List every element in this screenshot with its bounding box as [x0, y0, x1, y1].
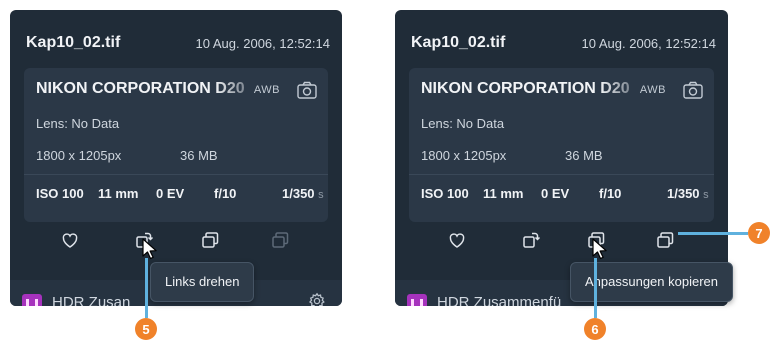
preset-label: HDR Zusan — [52, 294, 131, 306]
file-name: Kap10_02.tif — [411, 34, 506, 51]
rotate-left-icon[interactable] — [521, 230, 541, 250]
callout-7: 7 — [748, 222, 770, 244]
image-dimensions: 1800 x 1205px — [421, 148, 507, 163]
aperture-value: f/10 — [599, 186, 622, 201]
exposure-value: 0 EV — [156, 186, 185, 201]
white-balance-badge: AWB — [639, 84, 666, 96]
divider — [24, 174, 328, 175]
focal-length: 11 mm — [98, 186, 139, 201]
exif-card: NIKON CORPORATION D20 AWB Lens: No Data … — [24, 68, 328, 222]
shutter-unit: s — [318, 189, 324, 201]
file-size: 36 MB — [565, 148, 603, 163]
gear-icon[interactable] — [308, 292, 326, 306]
callout-6: 6 — [584, 318, 606, 340]
paste-adjustments-icon — [270, 230, 290, 250]
callout-5: 5 — [135, 318, 157, 340]
iso-value: ISO 100 — [36, 186, 84, 201]
copy-adjustments-icon[interactable] — [200, 230, 220, 250]
file-size: 36 MB — [180, 148, 218, 163]
camera-model: NIKON CORPORATION D20 — [421, 80, 630, 97]
camera-icon — [682, 80, 704, 100]
file-header: Kap10_02.tif 10 Aug. 2006, 12:52:14 — [26, 34, 330, 56]
shutter-value: 1/350 — [667, 186, 700, 201]
iso-value: ISO 100 — [421, 186, 469, 201]
camera-model: NIKON CORPORATION D20 — [36, 80, 245, 97]
exif-card: NIKON CORPORATION D20 AWB Lens: No Data … — [409, 68, 714, 222]
aperture-value: f/10 — [214, 186, 237, 201]
preset-label: HDR Zusammenfü — [437, 294, 562, 306]
callout-6-line — [594, 258, 597, 318]
heart-icon[interactable] — [447, 230, 467, 250]
callout-7-line — [678, 232, 748, 235]
mouse-pointer-icon — [142, 238, 157, 260]
lens-info: Lens: No Data — [36, 116, 120, 131]
shutter-speed: 1/350 s — [667, 186, 709, 201]
divider — [409, 174, 714, 175]
shutter-speed: 1/350 s — [282, 186, 324, 201]
image-dimensions: 1800 x 1205px — [36, 148, 122, 163]
camera-row: NIKON CORPORATION D20 AWB — [421, 80, 704, 104]
camera-row: NIKON CORPORATION D20 AWB — [36, 80, 318, 104]
camera-icon — [296, 80, 318, 100]
file-header: Kap10_02.tif 10 Aug. 2006, 12:52:14 — [411, 34, 716, 56]
mouse-pointer-icon — [592, 238, 607, 260]
hdr-preset-icon — [22, 294, 42, 306]
paste-adjustments-icon[interactable] — [655, 230, 675, 250]
lens-info: Lens: No Data — [421, 116, 505, 131]
shutter-value: 1/350 — [282, 186, 315, 201]
capture-datetime: 10 Aug. 2006, 12:52:14 — [581, 36, 716, 51]
hdr-preset-icon — [407, 294, 427, 306]
file-name: Kap10_02.tif — [26, 34, 121, 51]
focal-length: 11 mm — [483, 186, 524, 201]
heart-icon[interactable] — [60, 230, 80, 250]
callout-5-line — [145, 258, 148, 318]
capture-datetime: 10 Aug. 2006, 12:52:14 — [195, 36, 330, 51]
exposure-row: ISO 100 11 mm 0 EV f/10 1/350 s — [421, 186, 709, 206]
exposure-value: 0 EV — [541, 186, 570, 201]
white-balance-badge: AWB — [253, 84, 280, 96]
shutter-unit: s — [703, 189, 709, 201]
tooltip-rotate-left: Links drehen — [150, 262, 255, 302]
exposure-row: ISO 100 11 mm 0 EV f/10 1/350 s — [36, 186, 324, 206]
